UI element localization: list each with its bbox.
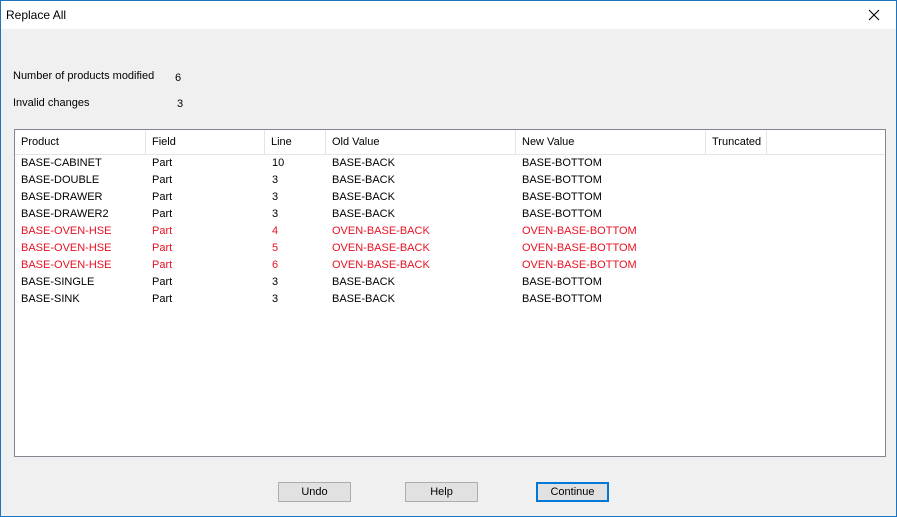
cell-old-value: BASE-BACK [332,174,395,186]
column-header-field[interactable]: Field [146,130,265,154]
cell-line: 3 [272,293,279,305]
cell-line: 10 [272,157,285,169]
changes-list[interactable]: Product Field Line Old Value New Value T… [14,129,886,457]
cell-old-value: BASE-BACK [332,208,395,220]
cell-field: Part [152,242,173,254]
cell-old-value: BASE-BACK [332,157,395,169]
table-row[interactable]: BASE-SINGLE Part 3 BASE-BACK BASE-BOTTOM [15,274,885,291]
cell-product: BASE-OVEN-HSE [21,225,112,237]
cell-field: Part [152,191,173,203]
products-modified-label: Number of products modified [13,70,155,82]
cell-old-value: OVEN-BASE-BACK [332,259,430,271]
window-title: Replace All [6,8,67,22]
cell-field: Part [152,276,173,288]
table-row[interactable]: BASE-OVEN-HSE Part 5 OVEN-BASE-BACK OVEN… [15,240,885,257]
cell-field: Part [152,208,173,220]
cell-field: Part [152,225,173,237]
cell-line: 5 [272,242,279,254]
cell-product: BASE-SINK [21,293,80,305]
cell-product: BASE-OVEN-HSE [21,259,112,271]
column-header-product[interactable]: Product [15,130,146,154]
invalid-changes-label: Invalid changes [13,97,90,109]
cell-field: Part [152,293,173,305]
cell-old-value: BASE-BACK [332,276,395,288]
cell-product: BASE-SINGLE [21,276,95,288]
cell-field: Part [152,259,173,271]
table-row[interactable]: BASE-SINK Part 3 BASE-BACK BASE-BOTTOM [15,291,885,308]
cell-new-value: OVEN-BASE-BOTTOM [522,225,637,237]
cell-line: 3 [272,208,279,220]
cell-field: Part [152,174,173,186]
replace-all-dialog: Replace All Number of products modified … [0,0,897,517]
cell-product: BASE-DRAWER2 [21,208,109,220]
help-button[interactable]: Help [405,482,478,502]
cell-line: 3 [272,276,279,288]
products-modified-value: 6 [175,72,182,84]
cell-line: 4 [272,225,279,237]
cell-line: 3 [272,191,279,203]
column-header-truncated[interactable]: Truncated [706,130,767,154]
cell-old-value: BASE-BACK [332,293,395,305]
cell-line: 6 [272,259,279,271]
table-row[interactable]: BASE-DRAWER2 Part 3 BASE-BACK BASE-BOTTO… [15,206,885,223]
table-row[interactable]: BASE-OVEN-HSE Part 6 OVEN-BASE-BACK OVEN… [15,257,885,274]
cell-old-value: OVEN-BASE-BACK [332,242,430,254]
title-bar: Replace All [1,1,896,29]
invalid-changes-value: 3 [177,98,184,110]
cell-new-value: BASE-BOTTOM [522,293,602,305]
cell-product: BASE-CABINET [21,157,102,169]
undo-button[interactable]: Undo [278,482,351,502]
table-row[interactable]: BASE-DRAWER Part 3 BASE-BACK BASE-BOTTOM [15,189,885,206]
table-row[interactable]: BASE-DOUBLE Part 3 BASE-BACK BASE-BOTTOM [15,172,885,189]
cell-line: 3 [272,174,279,186]
column-header-line[interactable]: Line [265,130,326,154]
table-row[interactable]: BASE-OVEN-HSE Part 4 OVEN-BASE-BACK OVEN… [15,223,885,240]
cell-product: BASE-OVEN-HSE [21,242,112,254]
cell-new-value: BASE-BOTTOM [522,276,602,288]
close-icon [868,9,880,21]
cell-new-value: OVEN-BASE-BOTTOM [522,259,637,271]
cell-new-value: BASE-BOTTOM [522,174,602,186]
cell-new-value: BASE-BOTTOM [522,208,602,220]
cell-new-value: BASE-BOTTOM [522,157,602,169]
column-header-old-value[interactable]: Old Value [326,130,516,154]
cell-new-value: BASE-BOTTOM [522,191,602,203]
cell-product: BASE-DRAWER [21,191,103,203]
cell-old-value: BASE-BACK [332,191,395,203]
close-button[interactable] [852,1,896,29]
column-header-new-value[interactable]: New Value [516,130,706,154]
list-header: Product Field Line Old Value New Value T… [15,130,885,155]
cell-product: BASE-DOUBLE [21,174,100,186]
cell-field: Part [152,157,173,169]
continue-button[interactable]: Continue [536,482,609,502]
table-row[interactable]: BASE-CABINET Part 10 BASE-BACK BASE-BOTT… [15,155,885,172]
cell-old-value: OVEN-BASE-BACK [332,225,430,237]
cell-new-value: OVEN-BASE-BOTTOM [522,242,637,254]
